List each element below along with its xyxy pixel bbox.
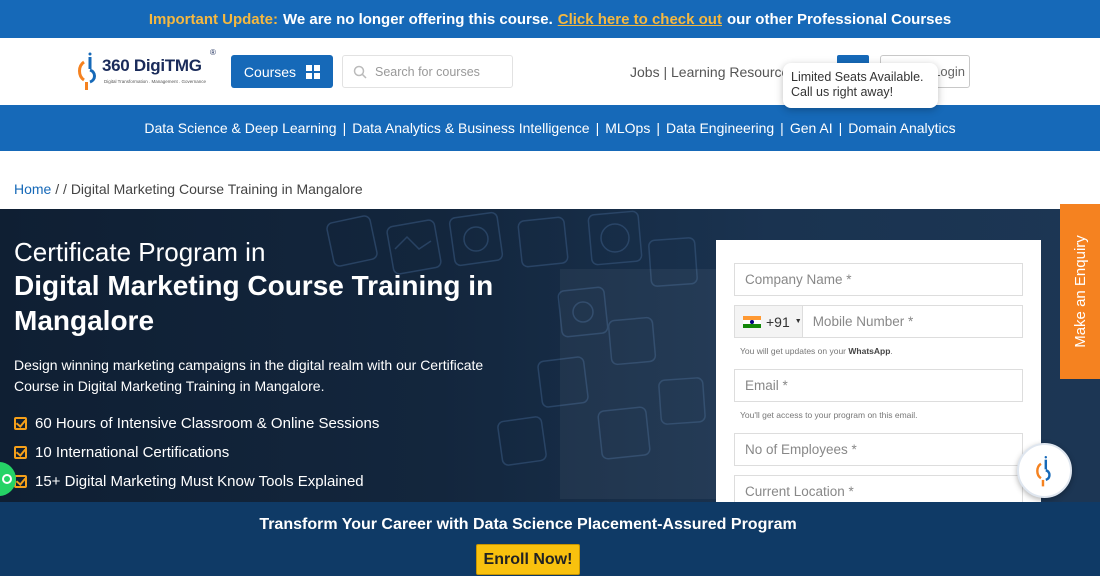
courses-button[interactable]: Courses	[231, 55, 333, 88]
hero-text: Certificate Program in Digital Marketing…	[14, 236, 554, 496]
feature-text: 60 Hours of Intensive Classroom & Online…	[35, 415, 380, 432]
mobile-hint-suffix: .	[890, 346, 893, 356]
seats-tooltip: Limited Seats Available. Call us right a…	[783, 63, 938, 108]
nav-separator: |	[838, 120, 843, 136]
nav-separator: |	[342, 120, 347, 136]
list-item: 15+ Digital Marketing Must Know Tools Ex…	[14, 467, 554, 496]
mobile-number-input[interactable]	[802, 314, 1022, 329]
announcement-prefix: Important Update:	[148, 10, 278, 28]
checkbox-icon	[14, 446, 27, 459]
employees-input[interactable]	[745, 442, 1022, 457]
hero-subtitle: Certificate Program in	[14, 237, 266, 267]
grid-icon	[306, 64, 321, 79]
breadcrumb-separator: / /	[55, 181, 67, 197]
banner-title: Transform Your Career with Data Science …	[259, 516, 797, 533]
header-links: Jobs | Learning Resources	[630, 64, 796, 80]
nav-item-domain-analytics[interactable]: Domain Analytics	[848, 120, 955, 136]
enroll-now-button[interactable]: Enroll Now!	[476, 544, 580, 575]
page-title: Digital Marketing Course Training in Man…	[14, 270, 494, 336]
phone-field[interactable]: +91 ▼	[734, 305, 1023, 338]
nav-item-data-engineering[interactable]: Data Engineering	[666, 120, 774, 136]
feature-text: 10 International Certifications	[35, 444, 230, 461]
caret-down-icon: ▼	[794, 318, 802, 325]
country-code: +91	[766, 313, 790, 330]
link-separator: |	[663, 64, 668, 80]
company-name-input[interactable]	[745, 272, 1022, 287]
breadcrumb: Home / / Digital Marketing Course Traini…	[14, 181, 363, 197]
placement-banner: Transform Your Career with Data Science …	[0, 502, 1100, 576]
company-field[interactable]	[734, 263, 1023, 296]
make-enquiry-tab[interactable]: Make an Enquiry	[1060, 204, 1100, 379]
country-code-select[interactable]: +91 ▼	[735, 306, 803, 337]
announcement-link[interactable]: Click here to check out	[558, 11, 722, 28]
nav-item-data-analytics[interactable]: Data Analytics & Business Intelligence	[352, 120, 589, 136]
list-item: 60 Hours of Intensive Classroom & Online…	[14, 409, 554, 438]
location-input[interactable]	[745, 484, 1022, 499]
mobile-hint-prefix: You will get updates on your	[740, 346, 847, 356]
chat-widget-button[interactable]	[1017, 443, 1072, 498]
tooltip-line-1: Limited Seats Available.	[791, 70, 924, 84]
announcement-bar: Important Update: We are no longer offer…	[0, 0, 1100, 38]
logo-registered: ®	[210, 48, 216, 57]
search-icon	[353, 65, 367, 79]
mobile-hint-bold: WhatsApp	[848, 346, 891, 356]
nav-item-mlops[interactable]: MLOps	[605, 120, 650, 136]
enquiry-form: +91 ▼ You will get updates on your Whats…	[716, 240, 1041, 510]
logo-name: 360 DigiTMG	[102, 56, 202, 75]
email-field[interactable]	[734, 369, 1023, 402]
logo-tagline: Digital Transformation . Management . Go…	[104, 79, 207, 84]
employees-field[interactable]	[734, 433, 1023, 466]
search-box[interactable]	[342, 55, 513, 88]
breadcrumb-home[interactable]: Home	[14, 181, 51, 197]
nav-separator: |	[595, 120, 600, 136]
nav-item-data-science[interactable]: Data Science & Deep Learning	[144, 120, 336, 136]
chat-logo-icon	[1035, 455, 1051, 486]
search-input[interactable]	[375, 64, 505, 79]
feature-list: 60 Hours of Intensive Classroom & Online…	[14, 409, 554, 496]
logo-mark-icon	[78, 52, 96, 90]
tooltip-line-2: Call us right away!	[791, 85, 894, 99]
announcement-suffix: our other Professional Courses	[726, 10, 952, 28]
category-nav: Data Science & Deep Learning | Data Anal…	[0, 105, 1100, 151]
hero-description: Design winning marketing campaigns in th…	[14, 357, 484, 394]
nav-item-gen-ai[interactable]: Gen AI	[790, 120, 833, 136]
feature-text: 15+ Digital Marketing Must Know Tools Ex…	[35, 473, 364, 490]
nav-separator: |	[656, 120, 660, 136]
learning-resources-link[interactable]: Learning Resources	[671, 64, 796, 80]
enroll-label: Enroll Now!	[483, 550, 573, 568]
mobile-hint: You will get updates on your WhatsApp.	[740, 346, 893, 356]
india-flag-icon	[743, 315, 761, 328]
announcement-text: We are no longer offering this course.	[282, 10, 553, 28]
breadcrumb-current: Digital Marketing Course Training in Man…	[70, 181, 363, 197]
email-hint: You'll get access to your program on thi…	[740, 410, 918, 420]
list-item: 10 International Certifications	[14, 438, 554, 467]
whatsapp-icon	[2, 474, 12, 484]
enquiry-label: Make an Enquiry	[1071, 235, 1089, 348]
jobs-link[interactable]: Jobs	[630, 64, 660, 80]
site-logo[interactable]: 360 DigiTMG ® Digital Transformation . M…	[76, 48, 218, 96]
courses-label: Courses	[243, 63, 297, 80]
email-input[interactable]	[745, 378, 1022, 393]
nav-separator: |	[780, 120, 784, 136]
checkbox-icon	[14, 417, 27, 430]
